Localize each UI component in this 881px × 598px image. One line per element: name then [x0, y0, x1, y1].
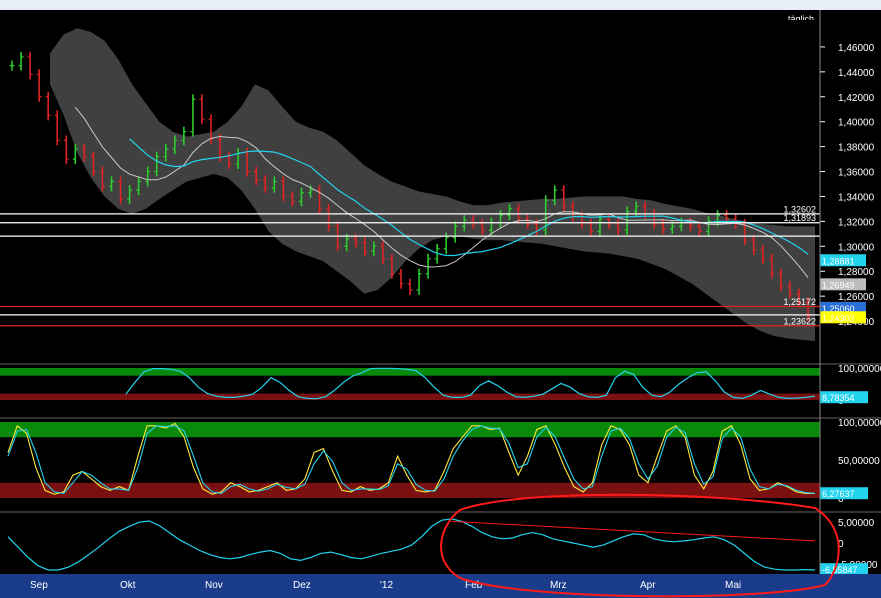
- price-box-label: 1,24302: [822, 313, 855, 323]
- price-y-tick-label: 1,44000: [838, 68, 875, 79]
- x-axis-label: Sep: [30, 580, 48, 591]
- osc-value-label: -6,55847: [822, 565, 858, 575]
- price-box-label: 1,26949: [822, 280, 855, 290]
- oversold-zone: [0, 393, 820, 400]
- stoch-value-label: 6,27637: [822, 489, 855, 499]
- price-y-tick-label: 1,28000: [838, 267, 875, 278]
- x-axis-label: Dez: [293, 580, 311, 591]
- x-axis-label: '12: [380, 580, 393, 591]
- level-label: 1,31893: [783, 213, 816, 223]
- price-y-tick-label: 1,42000: [838, 93, 875, 104]
- price-y-tick-label: 1,34000: [838, 192, 875, 203]
- price-y-tick-label: 1,40000: [838, 118, 875, 129]
- y-tick-label: 100,00000: [838, 364, 881, 375]
- price-y-tick-label: 1,30000: [838, 242, 875, 253]
- price-y-tick-label: 1,26000: [838, 292, 875, 303]
- level-label: 1,25172: [783, 297, 816, 307]
- chart-area[interactable]: täglich 1,460001,440001,420001,400001,38…: [0, 10, 881, 598]
- x-axis-label: Mai: [725, 580, 741, 591]
- price-box-label: 1,28881: [822, 256, 855, 266]
- price-y-tick-label: 1,32000: [838, 217, 875, 228]
- y-tick-label: 5,00000: [838, 518, 875, 529]
- price-y-tick-label: 1,36000: [838, 168, 875, 179]
- price-y-tick-label: 1,46000: [838, 43, 875, 54]
- x-axis-label: Apr: [640, 580, 656, 591]
- y-tick-label: 100,00000: [838, 418, 881, 429]
- level-label: 1,23622: [783, 316, 816, 326]
- window-top-strip: [0, 0, 881, 10]
- x-axis-label: Mrz: [550, 580, 567, 591]
- price-y-tick-label: 1,38000: [838, 143, 875, 154]
- rsi-value-label: 8,78354: [822, 393, 855, 403]
- x-axis-label: Okt: [120, 580, 136, 591]
- overbought-zone: [0, 422, 820, 438]
- y-tick-label: 50,00000: [838, 456, 880, 467]
- x-axis-label: Nov: [205, 580, 223, 591]
- price-panel: 1,46000 1,44000 1,42000 1,40000 1,38000 1,360…: [0, 20, 875, 348]
